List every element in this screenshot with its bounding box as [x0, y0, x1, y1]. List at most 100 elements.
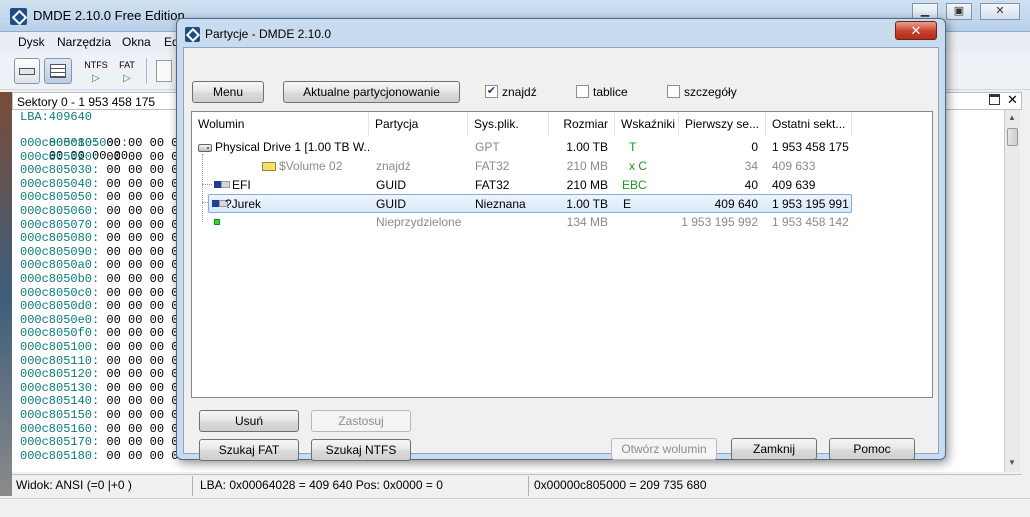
- scroll-down-icon[interactable]: ▼: [1008, 458, 1016, 467]
- cell-filesystem: FAT32: [475, 159, 510, 173]
- status-lba: LBA: 0x00064028 = 409 640 Pos: 0x0000 = …: [200, 478, 443, 492]
- cell-flags: T: [629, 140, 637, 154]
- hex-bytes: 00 00 00 00: [106, 163, 186, 178]
- play-icon: ▷: [92, 73, 100, 84]
- column-filesystem[interactable]: Sys.plik.: [468, 112, 549, 136]
- hex-address: 000c805170:: [20, 435, 100, 450]
- hex-row: 000c8050d0: 00 00 00 00: [20, 300, 186, 313]
- cell-size: 210 MB: [566, 159, 608, 173]
- hex-bytes: 00 00 00 00: [106, 326, 186, 341]
- details-checkbox[interactable]: [667, 85, 680, 98]
- dialog-title: Partycje - DMDE 2.10.0: [205, 27, 332, 41]
- menu-windows[interactable]: Okna: [122, 35, 151, 49]
- menu-button[interactable]: Menu: [192, 81, 264, 103]
- cell-last-sector: 1 953 458 175: [772, 140, 849, 154]
- hex-address: 000c805130:: [20, 380, 100, 395]
- document-icon[interactable]: [156, 60, 172, 82]
- cell-volume: Physical Drive 1 [1.00 TB W...: [215, 140, 369, 154]
- hex-row: 000c805170: 00 00 00 00: [20, 436, 186, 449]
- hex-row: 000c805150: 00 00 00 00: [20, 409, 186, 422]
- column-flags[interactable]: Wskaźniki: [615, 112, 679, 136]
- column-first-sector[interactable]: Pierwszy se...: [679, 112, 766, 136]
- tables-checkbox-label: tablice: [593, 85, 628, 99]
- table-row[interactable]: Physical Drive 1 [1.00 TB W... GPT 1.00 …: [192, 138, 852, 157]
- find-checkbox-label: znajdź: [502, 85, 537, 99]
- scroll-thumb[interactable]: [1007, 128, 1018, 146]
- dialog-close-button[interactable]: ✕: [895, 21, 937, 40]
- partition-list[interactable]: Wolumin Partycja Sys.plik. Rozmiar Wskaź…: [191, 111, 933, 398]
- partitions-view-button[interactable]: [44, 58, 72, 84]
- column-last-sector[interactable]: Ostatni sekt...: [766, 112, 852, 136]
- cell-flags: E: [623, 197, 632, 211]
- table-row-selected[interactable]: ?Jurek GUID Nieznana 1.00 TB E 409 640 1…: [208, 194, 852, 213]
- hex-address: 000c8050e0:: [20, 312, 100, 327]
- hex-row: 000c805040: 00 00 00 00: [20, 176, 186, 191]
- cell-volume: EFI: [232, 178, 251, 192]
- cell-volume: ?Jurek: [225, 197, 262, 211]
- open-volume-button[interactable]: Otwórz wolumin: [611, 438, 717, 460]
- apply-button[interactable]: Zastosuj: [311, 410, 411, 432]
- column-partition[interactable]: Partycja: [369, 112, 468, 136]
- volume-icon: [262, 162, 276, 171]
- cell-flags: EBC: [622, 178, 647, 192]
- play-icon: ▷: [123, 73, 131, 84]
- ntfs-tool-button[interactable]: NTFS ▷: [84, 56, 108, 86]
- hex-bytes: 00 00 00 00: [106, 204, 186, 218]
- drive-view-button[interactable]: [14, 58, 40, 84]
- hex-bytes: 00 00 00 00: [106, 408, 186, 422]
- panel-maximize-icon[interactable]: [989, 94, 1000, 105]
- hex-bytes: 00 00 00 00: [106, 258, 186, 273]
- menu-disk[interactable]: Dysk: [18, 35, 45, 49]
- find-checkbox[interactable]: ✔: [485, 85, 498, 98]
- hex-bytes: 00 00 00 00: [106, 353, 186, 368]
- fat-tool-button[interactable]: FAT ▷: [115, 56, 139, 86]
- column-size[interactable]: Rozmiar: [549, 112, 615, 136]
- cell-size: 210 MB: [566, 178, 608, 192]
- current-partitioning-button[interactable]: Aktualne partycjonowanie: [283, 81, 460, 103]
- search-fat-button[interactable]: Szukaj FAT: [199, 439, 299, 461]
- table-row[interactable]: Nieprzydzielone 134 MB 1 953 195 992 1 9…: [192, 213, 852, 232]
- hex-address: 000c805140:: [20, 394, 100, 409]
- close-icon[interactable]: ✕: [980, 3, 1020, 20]
- menu-tools[interactable]: Narzędzia: [57, 35, 111, 49]
- cell-volume: $Volume 02: [279, 159, 343, 173]
- hex-row: 000c8050c0: 00 00 00 00: [20, 286, 186, 300]
- hex-address: 000c805040:: [20, 176, 100, 191]
- cell-last-sector: 1 953 458 142: [772, 215, 849, 229]
- panel-close-icon[interactable]: ✕: [1007, 92, 1018, 108]
- hex-address: 000c805070:: [20, 217, 100, 232]
- scroll-up-icon[interactable]: ▲: [1008, 113, 1016, 122]
- hex-row: 000c805140: 00 00 00 00: [20, 395, 186, 408]
- hex-bytes: 00 00 00 00: [106, 272, 186, 286]
- hex-address: 000c805050:: [20, 190, 100, 205]
- dmde-app-icon: [10, 8, 27, 25]
- cell-size: 1.00 TB: [566, 140, 608, 154]
- search-ntfs-button[interactable]: Szukaj NTFS: [311, 439, 411, 461]
- hex-bytes: 00 00 00 00: [106, 435, 186, 450]
- hex-address: 000c805020:: [20, 149, 100, 164]
- delete-button[interactable]: Usuń: [199, 410, 299, 432]
- hex-row: 000c805130: 00 00 00 00: [20, 380, 186, 395]
- hex-address: 000c805030:: [20, 163, 100, 178]
- hex-row: 000c805070: 00 00 00 00: [20, 217, 186, 232]
- cell-first-sector: 34: [744, 159, 758, 173]
- maximize-icon[interactable]: ▣: [946, 3, 972, 20]
- hex-row: 000c805030: 00 00 00 00: [20, 164, 186, 177]
- partitions-dialog: Partycje - DMDE 2.10.0 ✕ Menu Aktualne p…: [176, 18, 946, 461]
- table-row[interactable]: EFI GUID FAT32 210 MB EBC 40 409 639: [192, 176, 852, 195]
- status-view: Widok: ANSI (=0 |+0 ): [16, 478, 132, 492]
- status-separator: [528, 476, 529, 496]
- cell-partition: GUID: [376, 197, 406, 211]
- statusbar: Widok: ANSI (=0 |+0 ) LBA: 0x00064028 = …: [12, 474, 1022, 496]
- hex-row: 000c805010: 00 00 00 00: [20, 137, 186, 150]
- lba-line: LBA:409640: [20, 110, 93, 124]
- help-button[interactable]: Pomoc: [829, 438, 915, 460]
- column-volume[interactable]: Wolumin: [192, 112, 369, 136]
- table-row[interactable]: $Volume 02 znajdź FAT32 210 MB x C 34 40…: [192, 157, 852, 176]
- ntfs-label: NTFS: [84, 60, 108, 70]
- tables-checkbox[interactable]: [576, 85, 589, 98]
- bottom-strip: [0, 498, 1030, 517]
- close-dialog-button[interactable]: Zamknij: [731, 438, 817, 460]
- hex-address: 000c805120:: [20, 367, 100, 382]
- hex-scrollbar[interactable]: ▲ ▼: [1004, 110, 1020, 472]
